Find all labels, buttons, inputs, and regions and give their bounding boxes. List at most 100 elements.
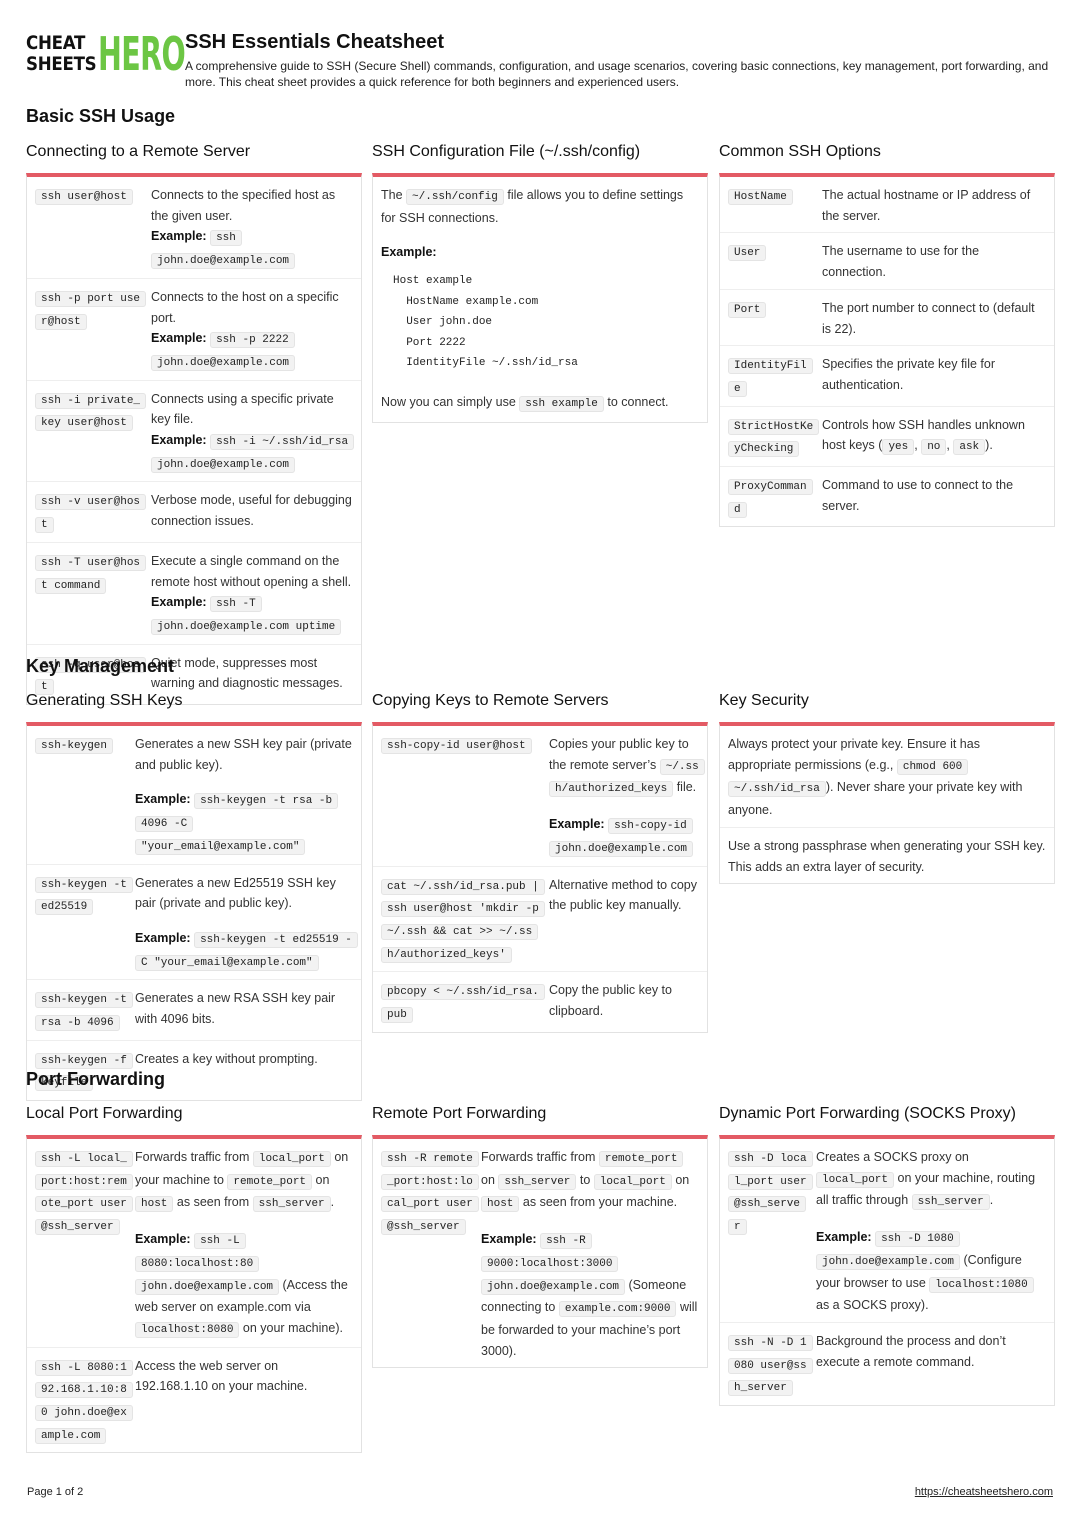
example-label: Example: xyxy=(481,1232,537,1247)
card-options: Common SSH Options HostName The actual h… xyxy=(719,141,1055,528)
desc-text: on xyxy=(675,1172,690,1187)
desc-text: on xyxy=(315,1172,330,1187)
card-dynamic-forwarding: Dynamic Port Forwarding (SOCKS Proxy) ss… xyxy=(719,1103,1055,1407)
table-row: ssh -p port user@host Connects to the ho… xyxy=(27,277,361,380)
card-title: Remote Port Forwarding xyxy=(372,1105,547,1122)
table-row: ssh-keygen -t rsa -b 4096 Generates a ne… xyxy=(27,979,361,1039)
site-link[interactable]: https://cheatsheetshero.com xyxy=(915,1486,1053,1498)
inline-code: local_port xyxy=(816,1171,895,1188)
table-row: ssh -L local_port:host:remote_port user@… xyxy=(27,1139,361,1347)
cheatsheetshero-logo[interactable]: CHEAT SHEETS HERO xyxy=(26,30,186,78)
card-title: SSH Configuration File (~/.ssh/config) xyxy=(372,143,641,160)
intro-text: The xyxy=(381,188,403,202)
command-code: ssh-keygen -t rsa -b 4096 xyxy=(35,992,133,1032)
config-example: Host example HostName example.com User j… xyxy=(393,271,699,374)
table-row: ssh -v user@host Verbose mode, useful fo… xyxy=(27,481,361,541)
card-body: ssh-keygen Generates a new SSH key pair … xyxy=(26,722,362,1102)
card-title: Connecting to a Remote Server xyxy=(26,143,251,160)
row-description: Background the process and don’t execute… xyxy=(816,1333,1006,1369)
section-title-ports: Port Forwarding xyxy=(26,1069,165,1089)
card-generating: Generating SSH Keys ssh-keygen Generates… xyxy=(26,690,362,1102)
card-copying: Copying Keys to Remote Servers ssh-copy-… xyxy=(372,690,708,1033)
example-label: Example: xyxy=(151,229,207,244)
desc-text: Forwards traffic from xyxy=(135,1150,250,1164)
security-text: Use a strong passphrase when generating … xyxy=(728,838,1046,874)
config-line: IdentityFile ~/.ssh/id_rsa xyxy=(393,357,578,370)
config-path-code: ~/.ssh/config xyxy=(406,189,504,205)
card-title: Generating SSH Keys xyxy=(26,692,183,709)
card-body: ssh-copy-id user@host Copies your public… xyxy=(372,722,708,1033)
row-description: Execute a single command on the remote h… xyxy=(151,553,352,589)
desc-text: on xyxy=(481,1172,495,1187)
desc-text: Forwards traffic from xyxy=(481,1150,596,1164)
table-row: ssh user@host Connects to the specified … xyxy=(27,177,361,278)
row-description: Verbose mode, useful for debugging conne… xyxy=(151,493,352,529)
config-line: Host example xyxy=(393,275,473,288)
table-row: ssh -D local_port user@ssh_server Create… xyxy=(720,1139,1054,1322)
inline-code: remote_port xyxy=(227,1173,313,1190)
config-outro: Now you can simply use ssh example to co… xyxy=(381,392,699,415)
page-title: SSH Essentials Cheatsheet xyxy=(185,31,444,53)
row-description: The username to use for the connection. xyxy=(822,244,980,280)
card-body: ssh -L local_port:host:remote_port user@… xyxy=(26,1135,362,1454)
inline-code: localhost:1080 xyxy=(929,1276,1034,1293)
option-code: IdentityFile xyxy=(728,358,813,397)
command-code: ssh-keygen -t ed25519 xyxy=(35,876,133,916)
inline-code: localhost:8080 xyxy=(135,1321,240,1338)
table-row: HostName The actual hostname or IP addre… xyxy=(720,177,1054,232)
table-row: ssh -L 8080:192.168.1.10:80 john.doe@exa… xyxy=(27,1346,361,1453)
example-label: Example: xyxy=(135,930,191,945)
row-description: Quiet mode, suppresses most warning and … xyxy=(151,655,343,691)
command-code: ssh -v user@host xyxy=(35,494,147,534)
table-row: ssh -T user@host command Execute a singl… xyxy=(27,541,361,644)
table-row: cat ~/.ssh/id_rsa.pub | ssh user@host 'm… xyxy=(373,865,707,972)
command-code: ssh -i private_key user@host xyxy=(35,392,147,432)
command-code: ssh -R remote_port:host:local_port user@… xyxy=(381,1151,479,1236)
inline-code: ssh_server xyxy=(498,1173,577,1190)
row-description: Generates a new Ed25519 SSH key pair (pr… xyxy=(135,875,336,911)
example-label: Example: xyxy=(816,1230,872,1245)
card-body: HostName The actual hostname or IP addre… xyxy=(719,173,1055,528)
table-row: ssh-keygen -t ed25519 Generates a new Ed… xyxy=(27,863,361,980)
card-title: Local Port Forwarding xyxy=(26,1105,183,1122)
card-local-forwarding: Local Port Forwarding ssh -L local_port:… xyxy=(26,1103,362,1454)
page-header: CHEAT SHEETS HERO SSH Essentials Cheatsh… xyxy=(26,30,1054,90)
table-row: ProxyCommand Command to use to connect t… xyxy=(720,466,1054,526)
table-row: ssh-copy-id user@host Copies your public… xyxy=(373,726,707,866)
example-label: Example: xyxy=(381,245,437,260)
row-description: The actual hostname or IP address of the… xyxy=(822,188,1031,223)
list-item: Always protect your private key. Ensure … xyxy=(720,726,1054,827)
example-label: Example: xyxy=(151,433,207,448)
card-body: ssh user@host Connects to the specified … xyxy=(26,173,362,706)
card-remote-forwarding: Remote Port Forwarding ssh -R remote_por… xyxy=(372,1103,708,1369)
value-code-ask: ask xyxy=(953,439,986,456)
logo-line1: CHEAT xyxy=(26,33,86,54)
row-description: Connects using a specific private key fi… xyxy=(151,391,334,427)
row-description: Generates a new SSH key pair (private an… xyxy=(135,737,352,772)
card-body: The ~/.ssh/config file allows you to def… xyxy=(372,173,708,424)
table-row: ssh -R remote_port:host:local_port user@… xyxy=(373,1139,707,1367)
inline-code: example.com:9000 xyxy=(558,1301,677,1318)
row-description-end: file. xyxy=(676,780,697,795)
command-code: ssh user@host xyxy=(35,189,133,205)
config-line: Port 2222 xyxy=(393,336,466,349)
desc-text: as a SOCKS proxy). xyxy=(816,1298,929,1313)
option-code: HostName xyxy=(728,189,793,205)
section-title-basic: Basic SSH Usage xyxy=(26,106,176,126)
card-title: Common SSH Options xyxy=(719,143,881,160)
command-code: pbcopy < ~/.ssh/id_rsa.pub xyxy=(381,984,545,1024)
outro-text: Now you can simply use xyxy=(381,394,516,409)
outro-text: to connect. xyxy=(607,394,669,409)
inline-code: remote_port xyxy=(598,1151,684,1167)
option-code: Port xyxy=(728,301,767,318)
list-item: Use a strong passphrase when generating … xyxy=(720,826,1054,883)
command-code: cat ~/.ssh/id_rsa.pub | ssh user@host 'm… xyxy=(381,878,545,963)
row-description: Creates a key without prompting. xyxy=(135,1051,318,1066)
inline-code: ssh_server xyxy=(911,1194,990,1211)
example-label: Example: xyxy=(151,595,207,610)
desc-text: . xyxy=(330,1195,335,1210)
desc-text: . xyxy=(989,1193,994,1208)
table-row: Port The port number to connect to (defa… xyxy=(720,288,1054,345)
card-title: Dynamic Port Forwarding (SOCKS Proxy) xyxy=(719,1105,1016,1122)
option-code: User xyxy=(728,245,767,262)
